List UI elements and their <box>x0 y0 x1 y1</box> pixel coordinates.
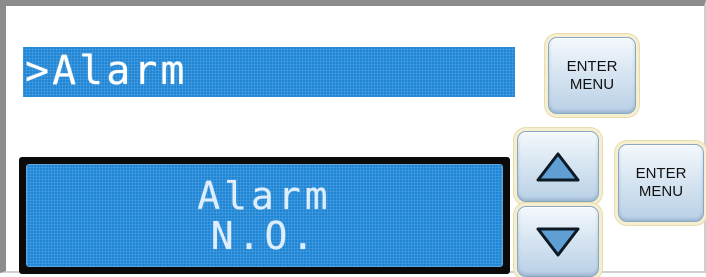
value-display-line-1: Alarm <box>197 174 332 218</box>
up-triangle-icon <box>518 132 598 201</box>
enter-menu-button-top[interactable]: ENTER MENU <box>548 37 636 114</box>
value-display-line-2: N.O. <box>210 214 319 258</box>
enter-menu-button-bottom-line1: ENTER <box>635 165 687 182</box>
enter-menu-button-top-line2: MENU <box>569 75 615 93</box>
enter-menu-button-bottom-line2: MENU <box>638 183 684 200</box>
down-triangle-icon <box>518 207 598 276</box>
up-arrow-button[interactable] <box>517 131 599 202</box>
controller-panel: >Alarm ENTER MENU Alarm N.O. ENTER MENU <box>0 0 706 277</box>
value-display: Alarm N.O. <box>26 164 503 267</box>
menu-display: >Alarm <box>23 47 515 97</box>
down-arrow-button[interactable] <box>517 206 599 277</box>
menu-display-text: >Alarm <box>25 48 188 94</box>
enter-menu-button-top-line1: ENTER <box>566 57 618 75</box>
enter-menu-button-bottom[interactable]: ENTER MENU <box>618 144 704 222</box>
value-display-bezel: Alarm N.O. <box>19 157 510 274</box>
